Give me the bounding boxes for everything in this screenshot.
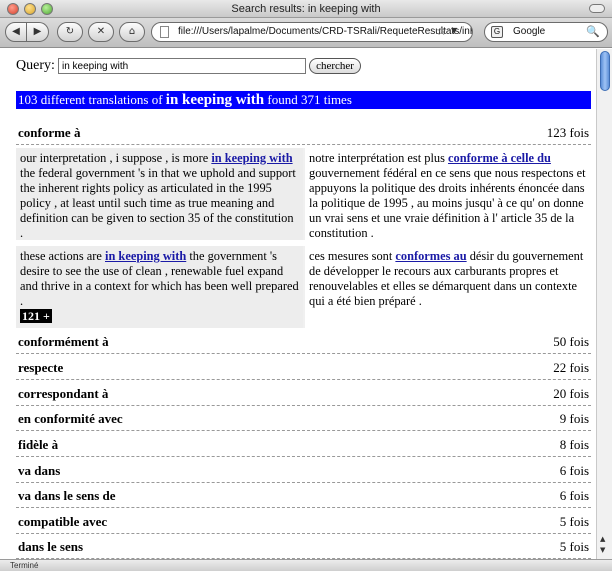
sentence-text: the federal government 's in that we uph… <box>20 166 296 240</box>
example-pair: these actions are in keeping with the go… <box>16 246 591 328</box>
chercher-button[interactable]: chercher <box>309 58 361 74</box>
translation-term: correspondant à <box>18 386 109 401</box>
url-field[interactable]: file:///Users/lapalme/Documents/CRD-TSRa… <box>151 22 473 42</box>
source-match-link[interactable]: in keeping with <box>105 249 186 263</box>
query-label: Query: <box>16 58 55 73</box>
scroll-up-arrow-icon[interactable]: ▲ <box>600 535 605 543</box>
search-engine-name: Google <box>513 26 546 37</box>
translation-term: respecte <box>18 360 64 375</box>
translation-term: conforme à <box>18 125 81 140</box>
home-button[interactable]: ⌂ <box>119 22 145 42</box>
translation-row[interactable]: compatible avec 5 fois <box>16 510 591 534</box>
back-button[interactable]: ◀ <box>5 22 27 42</box>
query-input[interactable] <box>58 58 306 74</box>
summary-term: in keeping with <box>165 92 265 108</box>
scrollbar-thumb[interactable] <box>600 51 610 91</box>
status-bar: Terminé <box>0 559 612 571</box>
browser-toolbar: ◀ ▶ ↻ ✕ ⌂ file:///Users/lapalme/Document… <box>0 18 612 48</box>
zoom-window-button[interactable] <box>41 3 53 15</box>
translation-row[interactable]: conforme à 123 fois <box>16 121 591 145</box>
english-sentence: these actions are in keeping with the go… <box>16 246 303 328</box>
back-arrow-icon: ◀ <box>12 26 20 37</box>
translation-row[interactable]: conformément à 50 fois <box>16 330 591 354</box>
page-icon <box>160 26 169 38</box>
forward-arrow-icon: ▶ <box>33 26 42 37</box>
translation-row[interactable]: va dans 6 fois <box>16 459 591 483</box>
source-match-link[interactable]: in keeping with <box>211 151 292 165</box>
translation-row[interactable]: en conformité avec 9 fois <box>16 407 591 431</box>
toolbar-toggle-button[interactable] <box>589 4 605 13</box>
sentence-text: our interpretation , i suppose , is more <box>20 151 209 165</box>
translation-term: conformément à <box>18 334 109 349</box>
translation-row[interactable]: dans le sens 5 fois <box>16 535 591 559</box>
window-titlebar: Search results: in keeping with <box>0 0 612 18</box>
search-field[interactable]: G Google 🔍 <box>484 22 608 42</box>
sentence-text: gouvernement fédéral en ce sens que nous… <box>309 166 586 240</box>
forward-button[interactable]: ▶ <box>27 22 49 42</box>
status-text: Terminé <box>10 561 39 570</box>
translation-count: 50 fois <box>553 334 589 349</box>
sentence-text: ces mesures sont <box>309 249 393 263</box>
page-content: Query: chercher 103 different translatio… <box>0 49 596 559</box>
reload-button[interactable]: ↻ <box>57 22 83 42</box>
translation-count: 6 fois <box>559 488 589 503</box>
bookmark-star-icon[interactable]: ☆ <box>436 24 447 38</box>
translation-count: 5 fois <box>559 514 589 529</box>
english-sentence: our interpretation , i suppose , is more… <box>16 148 303 240</box>
translation-count: 6 fois <box>559 463 589 478</box>
close-window-button[interactable] <box>7 3 19 15</box>
translation-term: en conformité avec <box>18 411 123 426</box>
translation-count: 5 fois <box>559 539 589 554</box>
translation-count: 9 fois <box>559 411 589 426</box>
search-engine-icon[interactable]: G <box>491 26 503 38</box>
sentence-text: these actions are <box>20 249 102 263</box>
more-examples-button[interactable]: 121 + <box>20 309 52 323</box>
stop-button[interactable]: ✕ <box>88 22 114 42</box>
translation-row[interactable]: correspondant à 20 fois <box>16 382 591 406</box>
translation-term: fidèle à <box>18 437 59 452</box>
url-text: file:///Users/lapalme/Documents/CRD-TSRa… <box>178 26 473 37</box>
vertical-scrollbar[interactable]: ▲ ▼ <box>596 49 612 559</box>
translation-count: 20 fois <box>553 386 589 401</box>
french-sentence: ces mesures sont conformes au désir du g… <box>305 246 591 328</box>
translation-count: 22 fois <box>553 360 589 375</box>
summary-prefix: 103 different translations of <box>18 92 163 107</box>
target-match-link[interactable]: conformes au <box>395 249 466 263</box>
scroll-down-arrow-icon[interactable]: ▼ <box>600 546 605 554</box>
translation-term: compatible avec <box>18 514 108 529</box>
reload-icon: ↻ <box>65 26 75 37</box>
url-dropdown-icon[interactable]: ▼ <box>451 26 457 35</box>
magnifier-icon[interactable]: 🔍 <box>586 23 600 41</box>
translation-term: dans le sens <box>18 539 84 554</box>
translation-term: va dans le sens de <box>18 488 116 503</box>
sentence-text: notre interprétation est plus <box>309 151 445 165</box>
stop-icon: ✕ <box>96 26 106 37</box>
results-summary-banner: 103 different translations of in keeping… <box>16 91 591 109</box>
home-icon: ⌂ <box>128 26 136 37</box>
target-match-link[interactable]: conforme à celle du <box>448 151 551 165</box>
french-sentence: notre interprétation est plus conforme à… <box>305 148 591 240</box>
translation-row[interactable]: fidèle à 8 fois <box>16 433 591 457</box>
window-title: Search results: in keeping with <box>231 3 381 15</box>
summary-suffix: found 371 times <box>267 92 352 107</box>
translation-count: 8 fois <box>559 437 589 452</box>
minimize-window-button[interactable] <box>24 3 36 15</box>
translation-count: 123 fois <box>546 125 589 140</box>
translation-row[interactable]: respecte 22 fois <box>16 356 591 380</box>
translation-row[interactable]: va dans le sens de 6 fois <box>16 484 591 508</box>
translation-term: va dans <box>18 463 61 478</box>
example-pair: our interpretation , i suppose , is more… <box>16 148 591 240</box>
